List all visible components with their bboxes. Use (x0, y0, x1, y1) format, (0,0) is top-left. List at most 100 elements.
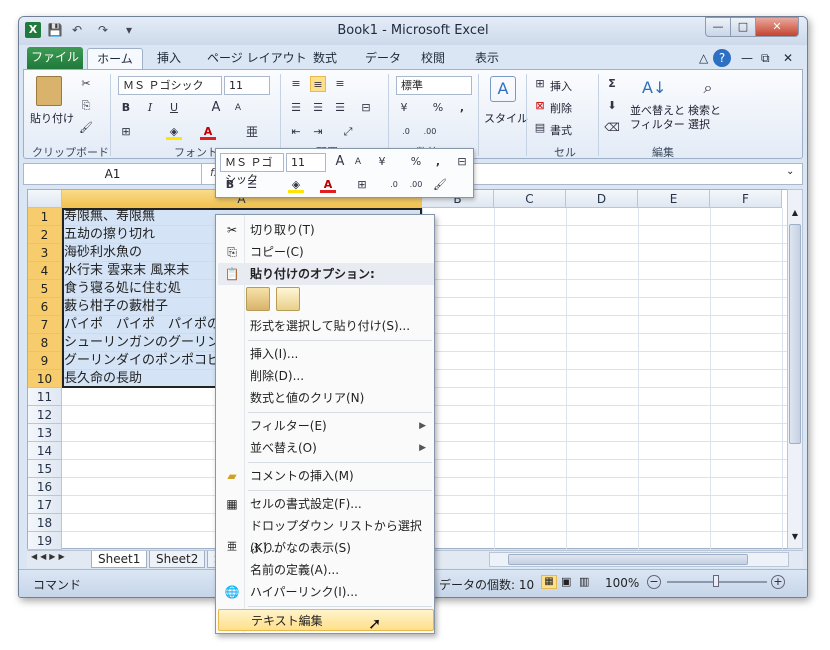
row-header[interactable]: 11 (28, 388, 62, 406)
fill-icon[interactable]: ⬇ (604, 98, 620, 114)
cut-icon[interactable]: ✂ (78, 76, 94, 92)
menu-item-copy[interactable]: ⎘ コピー(C) (218, 241, 434, 263)
menu-item-define-name[interactable]: 名前の定義(A)... (218, 559, 434, 581)
sheet-nav-arrows[interactable]: ◀◀▶▶ (31, 552, 68, 561)
number-format-select[interactable]: 標準 (396, 76, 472, 95)
fill-color-icon[interactable]: ◈ (166, 124, 182, 140)
font-size-select[interactable]: 11 (224, 76, 270, 95)
scroll-up-icon[interactable]: ▲ (789, 208, 801, 220)
comma-button[interactable]: , (454, 100, 470, 116)
row-header[interactable]: 13 (28, 424, 62, 442)
tab-formulas[interactable]: 数式 (309, 48, 341, 69)
menu-item-text-edit[interactable]: テキスト編集 (218, 609, 434, 631)
mini-bold-button[interactable]: B (222, 177, 238, 193)
menu-item-hyperlink[interactable]: 🌐 ハイパーリンク(I)... (218, 581, 434, 603)
zoom-out-icon[interactable]: − (647, 575, 661, 589)
help-icon[interactable]: ? (713, 49, 731, 67)
mini-fill-color-icon[interactable]: ◈ (288, 177, 304, 193)
maximize-button[interactable]: □ (730, 17, 756, 37)
orientation-icon[interactable]: ⤢ (340, 124, 356, 140)
expand-formula-bar-icon[interactable]: ⌄ (786, 166, 794, 177)
mini-shrink-font-icon[interactable]: A (350, 154, 366, 170)
sort-filter-button[interactable]: 並べ替えと フィルター (630, 104, 685, 132)
mini-border-icon[interactable]: ⊞ (354, 177, 370, 193)
zoom-slider-thumb[interactable] (713, 575, 719, 587)
row-header[interactable]: 9 (28, 352, 62, 370)
column-header-e[interactable]: E (638, 190, 710, 208)
styles-button[interactable]: スタイル (484, 110, 528, 126)
insert-cells-button[interactable]: 挿入 (550, 78, 572, 94)
normal-view-icon[interactable]: ▦ (541, 575, 557, 589)
minimize-button[interactable]: — (705, 17, 731, 37)
find-select-button[interactable]: 検索と 選択 (688, 104, 721, 132)
row-header[interactable]: 19 (28, 532, 62, 550)
horizontal-scrollbar[interactable] (489, 552, 789, 567)
format-cells-icon[interactable]: ▤ (532, 120, 548, 136)
workbook-restore-button[interactable]: ⧉ (757, 48, 774, 69)
workbook-minimize-button[interactable]: — (737, 48, 757, 69)
row-header[interactable]: 18 (28, 514, 62, 532)
mini-currency-icon[interactable]: ¥ (374, 154, 390, 170)
shrink-font-button[interactable]: A (230, 100, 246, 116)
page-layout-view-icon[interactable]: ▣ (561, 575, 571, 588)
scroll-thumb[interactable] (789, 224, 801, 444)
styles-icon[interactable]: A (490, 76, 516, 102)
tab-page-layout[interactable]: ページ レイアウト (203, 48, 311, 69)
mini-merge-icon[interactable]: ⊟ (454, 154, 470, 170)
sort-filter-icon[interactable]: A↓ (642, 76, 666, 100)
row-header[interactable]: 14 (28, 442, 62, 460)
increase-decimal-icon[interactable]: .0 (398, 124, 414, 140)
row-header[interactable]: 7 (28, 316, 62, 334)
zoom-level[interactable]: 100% (605, 576, 639, 590)
binoculars-icon[interactable]: ⌕ (696, 76, 720, 100)
row-header[interactable]: 2 (28, 226, 62, 244)
bold-button[interactable]: B (118, 100, 134, 116)
scroll-down-icon[interactable]: ▼ (789, 532, 801, 544)
menu-item-insert[interactable]: 挿入(I)... (218, 343, 434, 365)
mini-format-painter-icon[interactable]: 🖌 (432, 177, 448, 193)
align-middle-icon[interactable]: ≡ (310, 76, 326, 92)
align-center-icon[interactable]: ☰ (310, 100, 326, 116)
close-button[interactable]: ✕ (755, 17, 799, 37)
column-header-c[interactable]: C (494, 190, 566, 208)
name-box[interactable]: A1 (24, 164, 202, 184)
row-header[interactable]: 6 (28, 298, 62, 316)
mini-percent-button[interactable]: % (408, 154, 424, 170)
decrease-indent-icon[interactable]: ⇤ (288, 124, 304, 140)
column-header-f[interactable]: F (710, 190, 782, 208)
tab-file[interactable]: ファイル (27, 47, 83, 69)
sheet-tab-sheet1[interactable]: Sheet1 (91, 551, 148, 568)
mini-comma-button[interactable]: , (430, 154, 446, 170)
insert-cells-icon[interactable]: ⊞ (532, 76, 548, 92)
underline-button[interactable]: U (166, 100, 182, 116)
menu-item-cut[interactable]: ✂ 切り取り(T) (218, 219, 434, 241)
increase-indent-icon[interactable]: ⇥ (310, 124, 326, 140)
menu-item-show-furigana[interactable]: 亜 ふりがなの表示(S) (218, 537, 434, 559)
paste-option-values-icon[interactable] (276, 287, 300, 311)
hscroll-thumb[interactable] (508, 554, 748, 565)
font-color-icon[interactable]: A (200, 124, 216, 140)
tab-insert[interactable]: 挿入 (153, 48, 185, 69)
row-header[interactable]: 10 (28, 370, 62, 388)
delete-cells-button[interactable]: 削除 (550, 100, 572, 116)
merge-cells-icon[interactable]: ⊟ (358, 100, 374, 116)
row-header[interactable]: 4 (28, 262, 62, 280)
vertical-scrollbar[interactable]: ▲ ▼ (787, 189, 803, 549)
menu-item-paste-special[interactable]: 形式を選択して貼り付け(S)... (218, 315, 434, 337)
delete-cells-icon[interactable]: ⊠ (532, 98, 548, 114)
menu-item-filter[interactable]: フィルター(E) ▶ (218, 415, 434, 437)
percent-button[interactable]: % (430, 100, 446, 116)
mini-decrease-decimal-icon[interactable]: .00 (408, 177, 424, 193)
select-all-corner[interactable] (28, 190, 62, 208)
paste-icon[interactable] (36, 76, 62, 106)
copy-icon[interactable]: ⎘ (78, 98, 94, 114)
align-left-icon[interactable]: ☰ (288, 100, 304, 116)
format-painter-icon[interactable]: 🖌 (78, 120, 94, 136)
align-top-icon[interactable]: ≡ (288, 76, 304, 92)
sheet-tab-sheet2[interactable]: Sheet2 (149, 551, 206, 568)
tab-data[interactable]: データ (361, 48, 405, 69)
row-header[interactable]: 16 (28, 478, 62, 496)
align-right-icon[interactable]: ☰ (332, 100, 348, 116)
mini-font-select[interactable]: ＭＳ Ｐゴシック (220, 153, 284, 186)
column-header-d[interactable]: D (566, 190, 638, 208)
